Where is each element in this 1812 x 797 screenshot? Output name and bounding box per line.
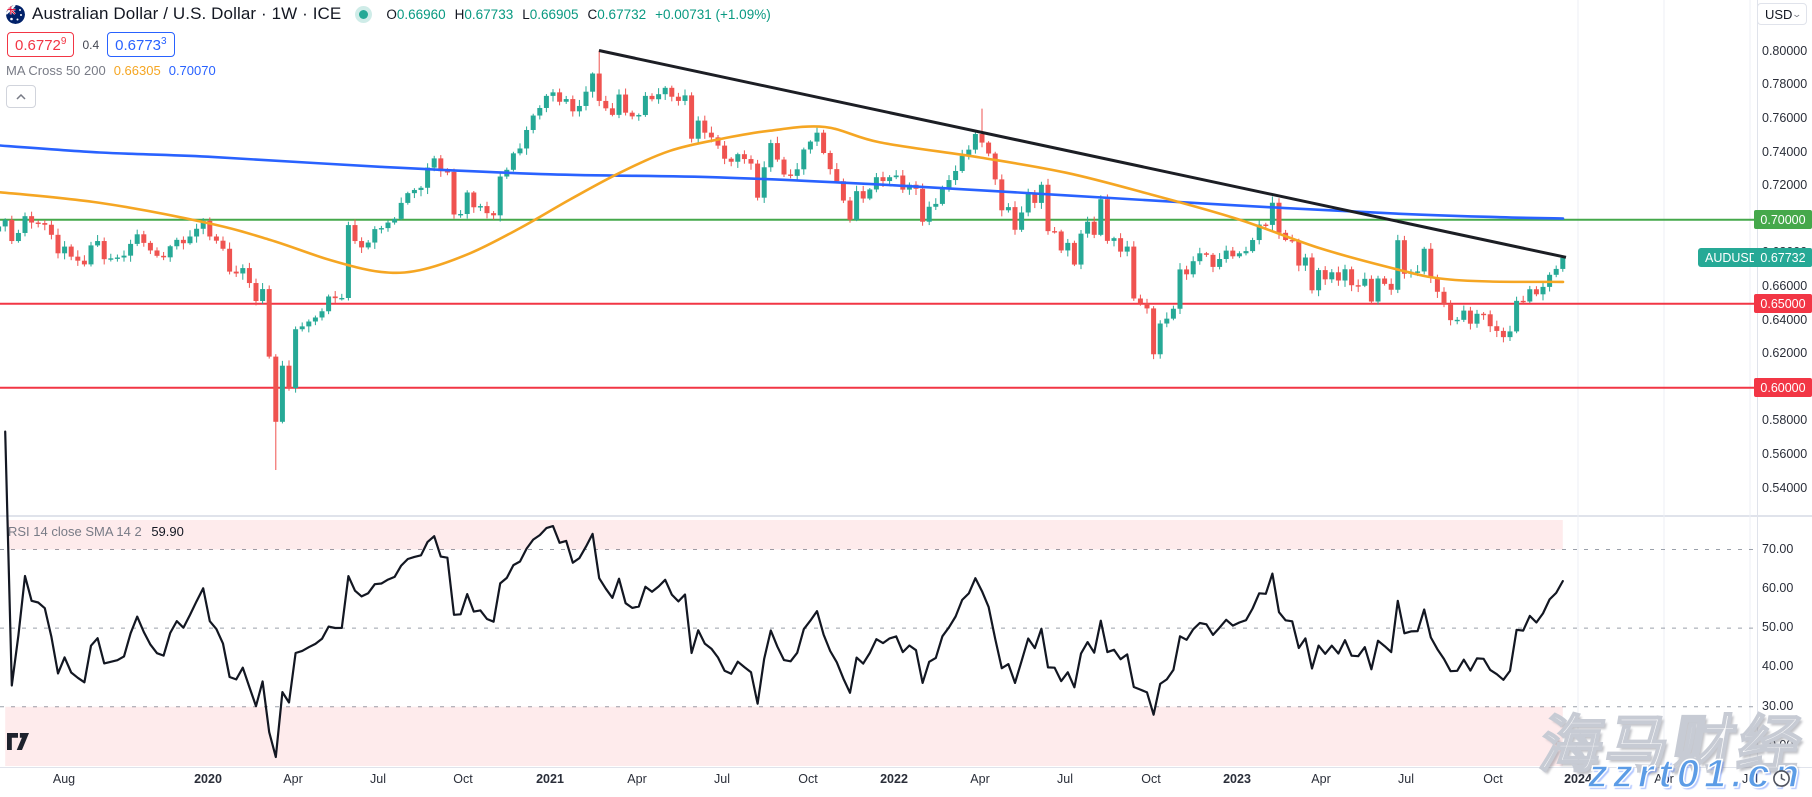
time-label-month: Oct [453, 772, 472, 786]
price-badge: 0.70000 [1754, 210, 1812, 229]
main-chart-canvas[interactable] [0, 0, 1757, 767]
spread-value: 0.4 [82, 38, 99, 52]
price-tick: 0.74000 [1762, 145, 1807, 159]
symbol-title[interactable]: Australian Dollar / U.S. Dollar · 1W · I… [32, 4, 341, 24]
time-label-year: 2022 [880, 772, 908, 786]
chevron-down-icon: ⌄ [1792, 9, 1803, 20]
price-tick: 0.76000 [1762, 111, 1807, 125]
currency-selector[interactable]: USD ⌄ [1757, 3, 1807, 25]
ma-cross-legend[interactable]: MA Cross 50 200 0.66305 0.70070 [6, 63, 771, 78]
rsi-value: 59.90 [151, 524, 184, 539]
rsi-tick: 60.00 [1762, 581, 1793, 595]
low-value: 0.66905 [530, 7, 579, 22]
time-label-year: 2021 [536, 772, 564, 786]
bar-countdown-clock-icon[interactable] [1772, 769, 1791, 793]
ma-cross-label: MA Cross 50 200 [6, 63, 106, 78]
time-label-month: Apr [283, 772, 302, 786]
bid-button[interactable]: 0.67729 [7, 32, 74, 57]
price-tick: 0.64000 [1762, 313, 1807, 327]
time-label-month: Apr [627, 772, 646, 786]
price-badge: 0.60000 [1754, 378, 1812, 397]
price-badge: 0.65000 [1754, 294, 1812, 313]
time-label-month: Jul [1057, 772, 1073, 786]
price-tick: 0.62000 [1762, 346, 1807, 360]
time-label-month: Oct [1141, 772, 1160, 786]
time-label-month: Jul [1398, 772, 1414, 786]
rsi-tick: 70.00 [1762, 542, 1793, 556]
high-value: 0.67733 [464, 7, 513, 22]
market-status-dot-icon[interactable] [359, 10, 368, 19]
price-tick: 0.58000 [1762, 413, 1807, 427]
price-tick: 0.54000 [1762, 481, 1807, 495]
price-tick: 0.66000 [1762, 279, 1807, 293]
collapse-legend-button[interactable] [6, 85, 36, 108]
time-label-month: Apr [1311, 772, 1330, 786]
ma200-value: 0.70070 [169, 63, 216, 78]
rsi-legend[interactable]: RSI 14 close SMA 14 2 59.90 [8, 524, 184, 539]
price-tick: 0.80000 [1762, 44, 1807, 58]
time-label-month: Oct [1483, 772, 1502, 786]
open-value: 0.66960 [397, 7, 446, 22]
ask-button[interactable]: 0.67733 [107, 32, 174, 57]
close-value: 0.67732 [597, 7, 646, 22]
rsi-label: RSI 14 close SMA 14 2 [8, 524, 142, 539]
price-tick: 0.56000 [1762, 447, 1807, 461]
price-tick: 0.72000 [1762, 178, 1807, 192]
australia-flag-icon [6, 5, 25, 24]
time-label-month: Oct [798, 772, 817, 786]
rsi-tick: 40.00 [1762, 659, 1793, 673]
ma50-value: 0.66305 [114, 63, 161, 78]
time-label-year: 2020 [194, 772, 222, 786]
rsi-tick: 50.00 [1762, 620, 1793, 634]
time-label-month: Jul [370, 772, 386, 786]
time-label-year: 2023 [1223, 772, 1251, 786]
chevron-up-icon [16, 94, 26, 100]
tradingview-logo-icon[interactable] [7, 733, 29, 755]
time-label-month: Apr [970, 772, 989, 786]
price-tick: 0.78000 [1762, 77, 1807, 91]
currency-selector-label: USD [1765, 7, 1792, 22]
ohlc-values: O0.66960 H0.67733 L0.66905 C0.67732 +0.0… [386, 7, 770, 22]
price-badge: 0.67732 [1754, 248, 1812, 267]
chart-legend: Australian Dollar / U.S. Dollar · 1W · I… [6, 3, 771, 108]
change-value: +0.00731 (+1.09%) [655, 7, 771, 22]
time-label-month: Aug [53, 772, 75, 786]
time-label-month: Jul [714, 772, 730, 786]
